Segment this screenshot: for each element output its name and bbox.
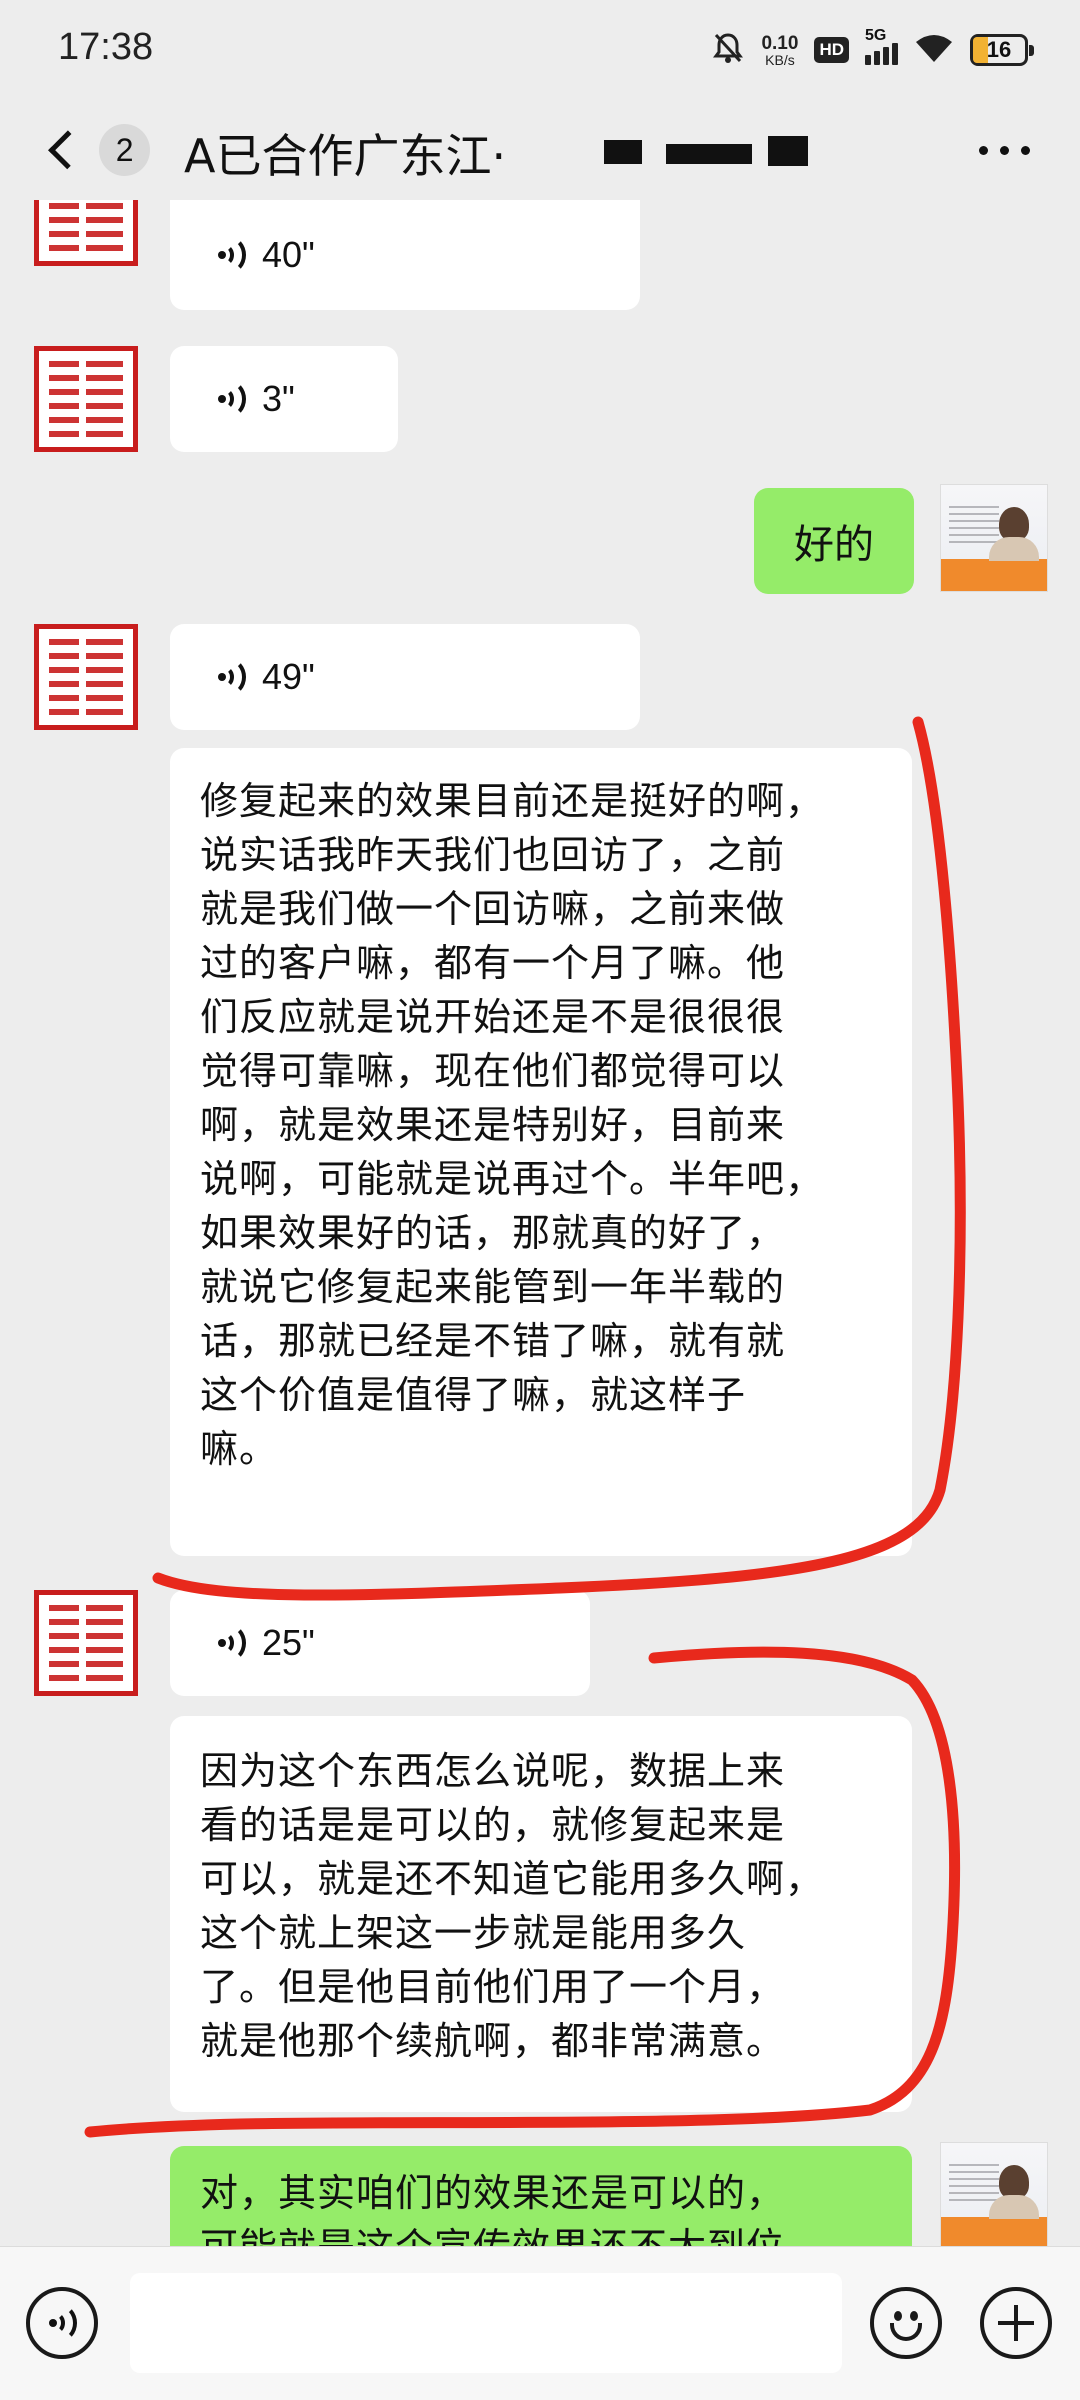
message-line: 话，那就已经是不错了嘛，就有就 [200,1319,786,1363]
contact-avatar[interactable] [34,624,138,730]
voice-wave-icon [218,658,246,696]
message-line: 们反应就是说开始还是不是很很很 [200,995,786,1039]
message-line: 嘛。 [200,1427,279,1471]
unread-count-badge: 2 [99,124,150,176]
message-line: 说啊，可能就是说再过个。半年吧， [200,1157,825,1201]
message-line: 如果效果好的话，那就真的好了， [200,1211,786,1255]
incoming-text-bubble[interactable]: 因为这个东西怎么说呢，数据上来 看的话是是可以的，就修复起来是 可以，就是还不知… [170,1716,912,2112]
status-icons: 0.10 KB/s HD 5G 16 [711,26,1034,74]
more-options-button[interactable] [979,146,1030,155]
input-bar [0,2246,1080,2400]
mute-bell-icon [711,31,745,69]
status-bar: 17:38 0.10 KB/s HD 5G 16 [0,0,1080,100]
redaction-mark [666,144,752,164]
message-list[interactable]: 40" 3" 好的 49" 修复起来的效果目前还是挺好的啊， 说实话我昨天我们也… [0,200,1080,2246]
message-line: 可能就是这个宣传效果还不太到位 [200,2220,882,2246]
message-line: 这个就上架这一步就是能用多久 [200,1911,747,1955]
chat-header: 2 A已合作广东江· [0,100,1080,200]
message-line: 就是他那个续航啊，都非常满意。 [200,2019,786,2063]
voice-wave-icon [218,1624,246,1662]
message-line: 对，其实咱们的效果还是可以的， [200,2171,786,2215]
dot-icon [979,146,988,155]
my-avatar[interactable] [940,2142,1048,2246]
voice-mode-icon[interactable] [26,2287,98,2359]
signal-icon: 5G [865,27,898,65]
hd-badge: HD [814,37,849,63]
incoming-text-bubble[interactable]: 修复起来的效果目前还是挺好的啊， 说实话我昨天我们也回访了，之前 就是我们做一个… [170,748,912,1556]
message-line: 可以，就是还不知道它能用多久啊， [200,1857,825,1901]
message-line: 就说它修复起来能管到一年半载的 [200,1265,786,1309]
outgoing-text-bubble[interactable]: 对，其实咱们的效果还是可以的， 可能就是这个宣传效果还不太到位 [170,2146,912,2246]
redaction-mark [604,140,642,164]
plus-icon[interactable] [980,2287,1052,2359]
voice-message-bubble[interactable]: 49" [170,624,640,730]
status-time: 17:38 [58,26,154,68]
contact-avatar[interactable] [34,200,138,266]
voice-message-bubble[interactable]: 3" [170,346,398,452]
battery-icon: 16 [970,34,1034,66]
my-avatar[interactable] [940,484,1048,592]
message-line: 看的话是是可以的，就修复起来是 [200,1803,786,1847]
message-line: 觉得可靠嘛，现在他们都觉得可以 [200,1049,786,1093]
voice-duration: 40" [262,234,315,275]
dot-icon [1021,146,1030,155]
voice-wave-icon [218,236,246,274]
contact-avatar[interactable] [34,1590,138,1696]
message-line: 修复起来的效果目前还是挺好的啊， [200,779,825,823]
chat-title: A已合作广东江· [184,129,507,183]
message-line: 因为这个东西怎么说呢，数据上来 [200,1749,786,1793]
message-line: 了。但是他目前他们用了一个月， [200,1965,786,2009]
back-button[interactable]: 2 [40,118,150,182]
voice-wave-icon [218,380,246,418]
outgoing-text-bubble[interactable]: 好的 [754,488,914,594]
message-input[interactable] [130,2273,842,2373]
dot-icon [1000,146,1009,155]
voice-message-bubble[interactable]: 40" [170,200,640,310]
message-line: 过的客户嘛，都有一个月了嘛。他 [200,941,786,985]
emoji-icon[interactable] [870,2287,942,2359]
voice-duration: 25" [262,1622,315,1663]
voice-duration: 3" [262,378,295,419]
net-speed: 0.10 KB/s [761,32,799,68]
contact-avatar[interactable] [34,346,138,452]
chevron-left-icon [48,130,88,170]
message-line: 这个价值是值得了嘛，就这样子 [200,1373,747,1417]
message-line: 啊，就是效果还是特别好，目前来 [200,1103,786,1147]
message-line: 就是我们做一个回访嘛，之前来做 [200,887,786,931]
message-line: 说实话我昨天我们也回访了，之前 [200,833,786,877]
message-text: 好的 [794,522,874,568]
voice-wave-icon [49,2304,77,2342]
voice-duration: 49" [262,656,315,697]
redaction-mark [768,136,808,166]
wifi-icon [914,32,954,68]
voice-message-bubble[interactable]: 25" [170,1590,590,1696]
